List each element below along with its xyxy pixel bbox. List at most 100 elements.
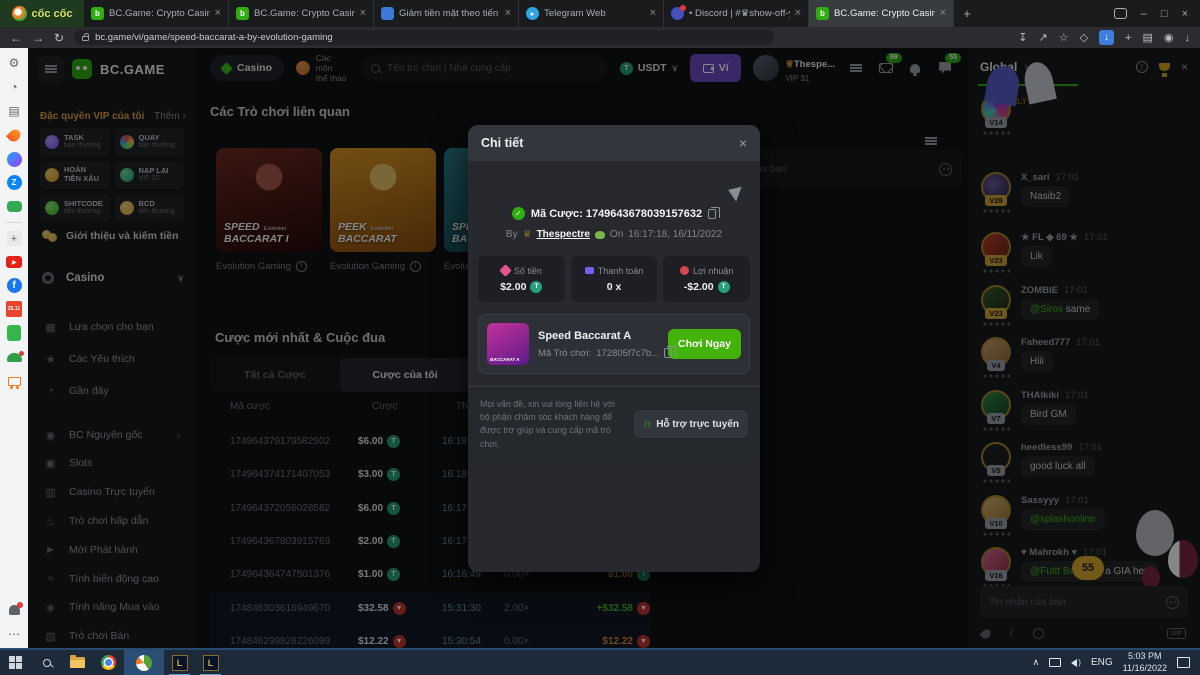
- tab-close-icon[interactable]: [940, 8, 946, 19]
- verified-icon: [512, 207, 525, 220]
- history-icon[interactable]: ◔: [6, 79, 22, 95]
- tab-close-icon[interactable]: [650, 8, 656, 19]
- webpage: BC.GAME Đặc quyền VIP của tôi Thêm TASKb…: [28, 48, 1200, 648]
- play-now-button[interactable]: Chơi Ngay: [668, 329, 741, 359]
- network-icon[interactable]: [1049, 658, 1061, 667]
- hat-app-icon[interactable]: [6, 349, 22, 365]
- messenger-icon[interactable]: [6, 151, 22, 167]
- profit-icon: [680, 266, 689, 275]
- sidebar-toggle-icon[interactable]: ▤: [1142, 31, 1152, 44]
- bcgame-favicon: b: [91, 7, 104, 20]
- file-explorer-icon[interactable]: [62, 650, 93, 675]
- close-window-button[interactable]: [1182, 8, 1188, 20]
- coccoc-brand[interactable]: cốc cốc: [0, 0, 84, 27]
- reload-button[interactable]: ↻: [54, 32, 64, 44]
- action-center-icon[interactable]: [1177, 657, 1190, 668]
- taskbar-search-icon[interactable]: [31, 650, 62, 675]
- language-indicator[interactable]: ENG: [1091, 657, 1113, 668]
- share-icon[interactable]: [728, 183, 747, 202]
- game-thumbnail[interactable]: BACCARAT A: [487, 323, 529, 365]
- clock[interactable]: 5:03 PM11/16/2022: [1123, 651, 1167, 674]
- hot-trends-icon[interactable]: [6, 127, 22, 143]
- green-app-icon[interactable]: [6, 325, 22, 341]
- share-icon[interactable]: ↗: [1038, 31, 1047, 44]
- modal-title: Chi tiết: [481, 136, 523, 150]
- zalo-icon[interactable]: Z: [7, 175, 22, 190]
- toolbar-icons: ↧ ↗ ☆ ◇ ↓ + ▤ ◉ ↓: [1018, 30, 1190, 45]
- download-tray-icon[interactable]: ↓: [1185, 32, 1191, 44]
- dice-icon: [499, 264, 512, 277]
- tab-discord[interactable]: • Discord | #♛show-off-you: [664, 0, 809, 27]
- address-bar[interactable]: bc.game/vi/game/speed-baccarat-a-by-evol…: [74, 30, 774, 45]
- tab-bcgame-active[interactable]: b BC.Game: Crypto Casino Gam: [809, 0, 954, 27]
- divider: [6, 222, 22, 223]
- card-icon: [585, 267, 594, 274]
- chrome-icon[interactable]: [93, 650, 124, 675]
- tab-search-icon[interactable]: [1114, 8, 1127, 19]
- browser-toolbar: ← → ↻ bc.game/vi/game/speed-baccarat-a-b…: [0, 27, 1200, 48]
- discord-favicon: [671, 7, 684, 20]
- league-of-legends-icon[interactable]: [164, 650, 195, 675]
- bet-timestamp: 16:17:18, 16/11/2022: [628, 229, 722, 240]
- copy-icon[interactable]: [708, 209, 716, 219]
- url-text: bc.game/vi/game/speed-baccarat-a-by-evol…: [95, 32, 333, 43]
- sale-2511-icon[interactable]: 25.11: [6, 301, 22, 317]
- coccoc-logo-icon: [12, 6, 27, 21]
- tab-telegram[interactable]: ▸ Telegram Web: [519, 0, 664, 27]
- tab-bcgame-1[interactable]: b BC.Game: Crypto Casino Gam: [84, 0, 229, 27]
- youtube-icon[interactable]: ▶: [6, 254, 22, 270]
- usdt-coin-icon: T: [530, 281, 542, 293]
- modal-close-icon[interactable]: [739, 135, 747, 151]
- downloads-icon[interactable]: ↓: [1099, 30, 1114, 45]
- stat-payout: Thanh toán 0 x: [571, 256, 658, 302]
- save-page-icon[interactable]: ↧: [1018, 31, 1027, 44]
- blue-favicon: [381, 7, 394, 20]
- notification-bell-icon[interactable]: [6, 602, 22, 618]
- copy-icon[interactable]: [664, 348, 672, 358]
- bet-stats: Số tiền $2.00T Thanh toán 0 x Lợi nhuận …: [478, 256, 750, 302]
- coccoc-taskbar-icon[interactable]: [124, 650, 164, 675]
- tab-close-icon[interactable]: [505, 8, 511, 19]
- support-section: Mọi vấn đề, xin vui lòng liên hệ với bộ …: [468, 386, 760, 462]
- extensions-icon[interactable]: +: [1125, 32, 1131, 44]
- tab-giam-tien-mat[interactable]: Giảm tiền mặt theo tiến hóa: [374, 0, 519, 27]
- bet-id: 1749643678039157632: [586, 208, 702, 220]
- reading-list-icon[interactable]: ▤: [6, 103, 22, 119]
- forward-button[interactable]: →: [32, 32, 44, 44]
- bet-id-line: Mã Cược: 1749643678039157632: [468, 207, 760, 220]
- bcgame-favicon: b: [816, 7, 829, 20]
- add-shortcut-button[interactable]: +: [7, 231, 22, 246]
- bookmark-star-icon[interactable]: ☆: [1059, 31, 1069, 44]
- facebook-icon[interactable]: f: [7, 278, 22, 293]
- shop-cart-icon[interactable]: [6, 373, 22, 389]
- headphones-icon: [643, 418, 651, 430]
- crown-icon: [523, 229, 532, 240]
- more-options-icon[interactable]: ⋯: [6, 626, 22, 642]
- live-support-button[interactable]: Hỗ trợ trực tuyến: [634, 410, 748, 438]
- start-button[interactable]: [0, 650, 31, 675]
- new-tab-button[interactable]: [954, 0, 980, 27]
- league-of-legends-icon-2[interactable]: [195, 650, 226, 675]
- game-name: Speed Baccarat A: [538, 330, 659, 342]
- volume-icon[interactable]: ): [1071, 658, 1081, 667]
- tab-close-icon[interactable]: [215, 8, 221, 19]
- bettor-link[interactable]: Thespectre: [537, 229, 590, 240]
- games-icon[interactable]: [6, 198, 22, 214]
- support-text: Mọi vấn đề, xin vui lòng liên hệ với bộ …: [480, 398, 624, 451]
- hidden-icons-chevron[interactable]: [1033, 657, 1040, 668]
- settings-gear-icon[interactable]: ⚙: [6, 55, 22, 71]
- tab-bcgame-2[interactable]: b BC.Game: Crypto Casino Gam: [229, 0, 374, 27]
- window-controls: [1102, 0, 1200, 27]
- stat-profit: Lợi nhuận -$2.00T: [663, 256, 750, 302]
- minimize-button[interactable]: [1141, 8, 1147, 20]
- tab-close-icon[interactable]: [795, 8, 801, 19]
- game-id: 172805f7c7b...: [596, 348, 659, 359]
- back-button[interactable]: ←: [10, 32, 22, 44]
- tab-close-icon[interactable]: [360, 8, 366, 19]
- browser-tabbar: cốc cốc b BC.Game: Crypto Casino Gam b B…: [0, 0, 1200, 27]
- shield-icon[interactable]: ◇: [1080, 31, 1088, 44]
- telegram-favicon: ▸: [526, 7, 539, 20]
- frog-emoji-icon: [595, 231, 605, 239]
- profile-icon[interactable]: ◉: [1164, 31, 1174, 44]
- maximize-button[interactable]: [1161, 8, 1168, 20]
